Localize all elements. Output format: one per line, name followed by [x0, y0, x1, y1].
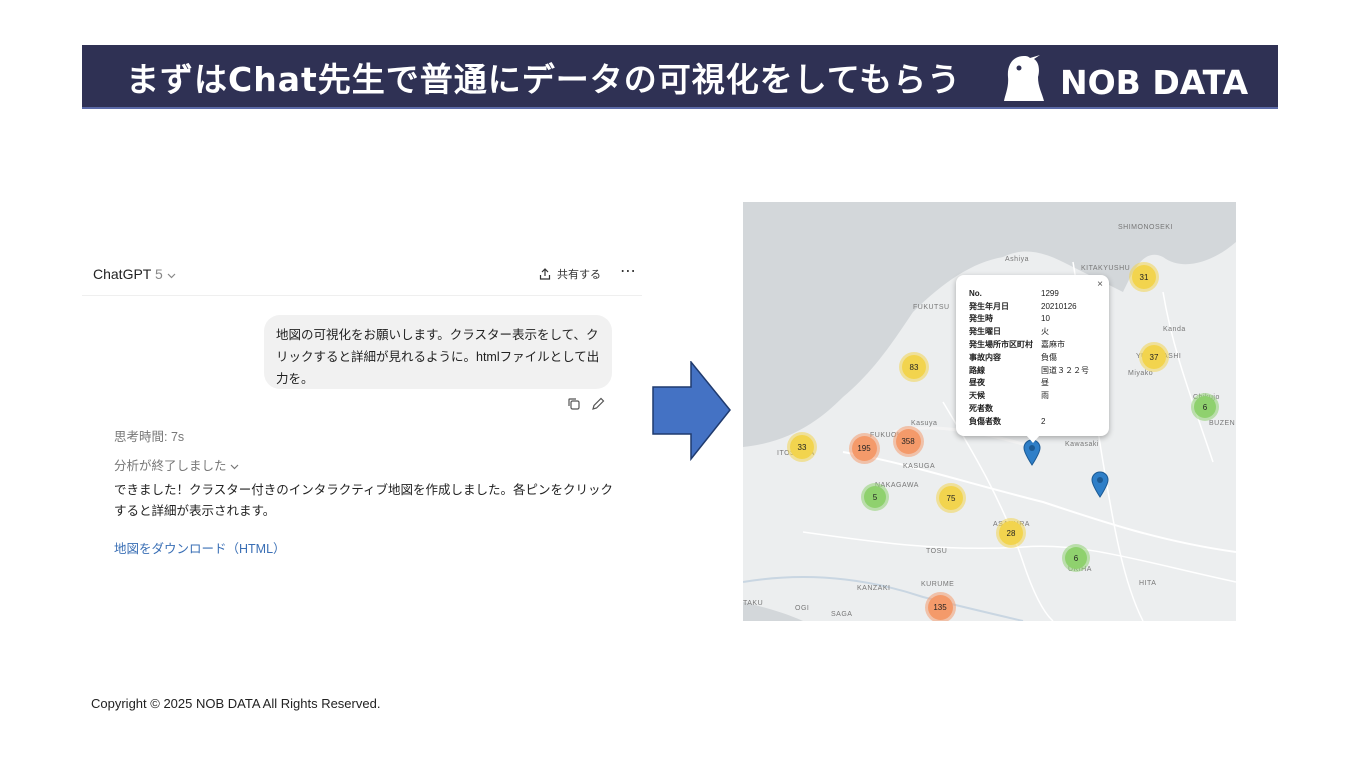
logo-text: NOB DATA: [1060, 63, 1249, 102]
detail-key: 負傷者数: [969, 416, 1001, 426]
place-label: HITA: [1139, 580, 1157, 587]
detail-row: 発生曜日 火: [969, 325, 1089, 338]
detail-key: No.: [969, 288, 982, 298]
cluster-marker[interactable]: 31: [1132, 265, 1156, 289]
cluster-marker[interactable]: 6: [1194, 396, 1216, 418]
detail-key: 死者数: [969, 404, 993, 414]
detail-row: 発生年月日 20210126: [969, 300, 1089, 313]
place-label: KASUGA: [903, 463, 936, 470]
cluster-marker[interactable]: 6: [1065, 547, 1087, 569]
detail-key: 発生時: [969, 314, 993, 324]
place-label: TOSU: [926, 548, 948, 555]
detail-key: 事故内容: [969, 352, 1001, 362]
model-version: 5: [155, 266, 163, 282]
map-pin-icon[interactable]: [1091, 471, 1109, 498]
chevron-down-icon: [167, 273, 176, 279]
owl-mascot-icon: [1004, 55, 1044, 101]
download-link[interactable]: 地図をダウンロード（HTML）: [114, 538, 286, 557]
place-label: Kanda: [1163, 326, 1186, 333]
place-label: TAKU: [743, 600, 764, 607]
share-icon: [539, 268, 551, 280]
cluster-marker[interactable]: 358: [895, 428, 921, 454]
detail-table: No. 1299 発生年月日 20210126 発生時 10 発生曜日 火発生場所市区町村 嘉麻…: [969, 287, 1089, 428]
detail-value: 雨: [1041, 391, 1049, 401]
detail-row: 発生時 10: [969, 313, 1089, 326]
detail-value: 2: [1041, 416, 1046, 426]
place-label: Kawasaki: [1065, 441, 1099, 448]
place-label: KURUME: [921, 581, 955, 588]
place-label: FUKUTSU: [913, 304, 950, 311]
place-label: KANZAKI: [857, 585, 891, 592]
detail-key: 昼夜: [969, 378, 985, 388]
detail-row: 事故内容 負傷: [969, 351, 1089, 364]
share-label: 共有する: [557, 269, 601, 281]
assistant-message: できました！クラスター付きのインタラクティブ地図を作成しました。各ピンをクリック…: [114, 483, 614, 518]
detail-row: 発生場所市区町村 嘉麻市: [969, 338, 1089, 351]
place-label: SAGA: [831, 611, 853, 618]
detail-value: [1041, 402, 1089, 415]
copyright: Copyright © 2025 NOB DATA All Rights Res…: [91, 696, 381, 711]
detail-value: 負傷: [1041, 352, 1057, 362]
cluster-marker[interactable]: 75: [939, 486, 963, 510]
detail-value: 10: [1041, 314, 1050, 324]
detail-key: 発生曜日: [969, 327, 1001, 337]
chat-header: ChatGPT 5 共有する ⋯: [82, 255, 642, 296]
cluster-marker[interactable]: 195: [851, 435, 877, 461]
detail-value: 嘉麻市: [1041, 340, 1065, 350]
detail-value: 昼: [1041, 378, 1049, 388]
close-icon[interactable]: ×: [1097, 279, 1103, 290]
message-tools: [567, 397, 605, 411]
cluster-marker[interactable]: 28: [999, 521, 1023, 545]
edit-icon[interactable]: [591, 397, 605, 411]
place-label: Miyako: [1128, 370, 1154, 377]
detail-row: 負傷者数 2: [969, 415, 1089, 428]
more-options-icon[interactable]: ⋯: [620, 261, 637, 281]
detail-key: 路線: [969, 365, 985, 375]
analysis-toggle[interactable]: 分析が終了しました: [114, 455, 239, 474]
place-label: OGI: [795, 605, 810, 612]
cluster-marker[interactable]: 83: [902, 355, 926, 379]
detail-row: 死者数: [969, 402, 1089, 415]
detail-value: 火: [1041, 327, 1049, 337]
detail-value: 1299: [1041, 288, 1059, 298]
detail-row: 天候 雨: [969, 389, 1089, 402]
share-button[interactable]: 共有する: [539, 266, 601, 282]
title-banner: まずはChat先生で普通にデータの可視化をしてもらう NOB DATA: [82, 45, 1278, 109]
cluster-marker[interactable]: 135: [927, 594, 953, 620]
cluster-marker[interactable]: 5: [864, 486, 886, 508]
right-arrow-icon: [652, 361, 731, 461]
detail-popup: × No. 1299 発生年月日 20210126 発生時 10 発生曜日 火発生場所市区町村…: [956, 275, 1109, 436]
model-selector[interactable]: ChatGPT 5: [93, 266, 176, 282]
detail-row: 路線 国道３２２号: [969, 364, 1089, 377]
map-view[interactable]: SHIMONOSEKIKITAKYUSHUAshiyaFUKUTSUKandaY…: [743, 202, 1236, 621]
place-label: BUZEN: [1209, 420, 1236, 427]
cluster-marker[interactable]: 37: [1142, 345, 1166, 369]
cluster-marker[interactable]: 33: [790, 435, 814, 459]
detail-row: No. 1299: [969, 287, 1089, 300]
place-label: SHIMONOSEKI: [1118, 224, 1173, 231]
place-label: Ashiya: [1005, 256, 1030, 263]
chevron-down-icon: [230, 464, 239, 470]
detail-key: 天候: [969, 391, 985, 401]
chat-panel: ChatGPT 5 共有する ⋯ 地図の可視化をお願いします。クラスター表示をし…: [82, 255, 642, 575]
copy-icon[interactable]: [567, 397, 581, 411]
detail-key: 発生年月日: [969, 301, 1009, 311]
model-name: ChatGPT: [93, 266, 152, 282]
detail-row: 昼夜 昼: [969, 377, 1089, 390]
analysis-label: 分析が終了しました: [114, 459, 227, 473]
detail-key: 発生場所市区町村: [969, 340, 1033, 350]
user-message: 地図の可視化をお願いします。クラスター表示をして、クリックすると詳細が見れるよう…: [264, 315, 612, 389]
thinking-time: 思考時間: 7s: [114, 430, 185, 444]
popup-tip: [1026, 435, 1040, 443]
detail-value: 20210126: [1041, 301, 1077, 311]
detail-value: 国道３２２号: [1041, 365, 1089, 375]
place-label: Kasuya: [911, 420, 938, 427]
place-label: KITAKYUSHU: [1081, 265, 1131, 272]
slide-title: まずはChat先生で普通にデータの可視化をしてもらう: [126, 60, 962, 99]
map-pin-icon[interactable]: [1023, 439, 1041, 466]
